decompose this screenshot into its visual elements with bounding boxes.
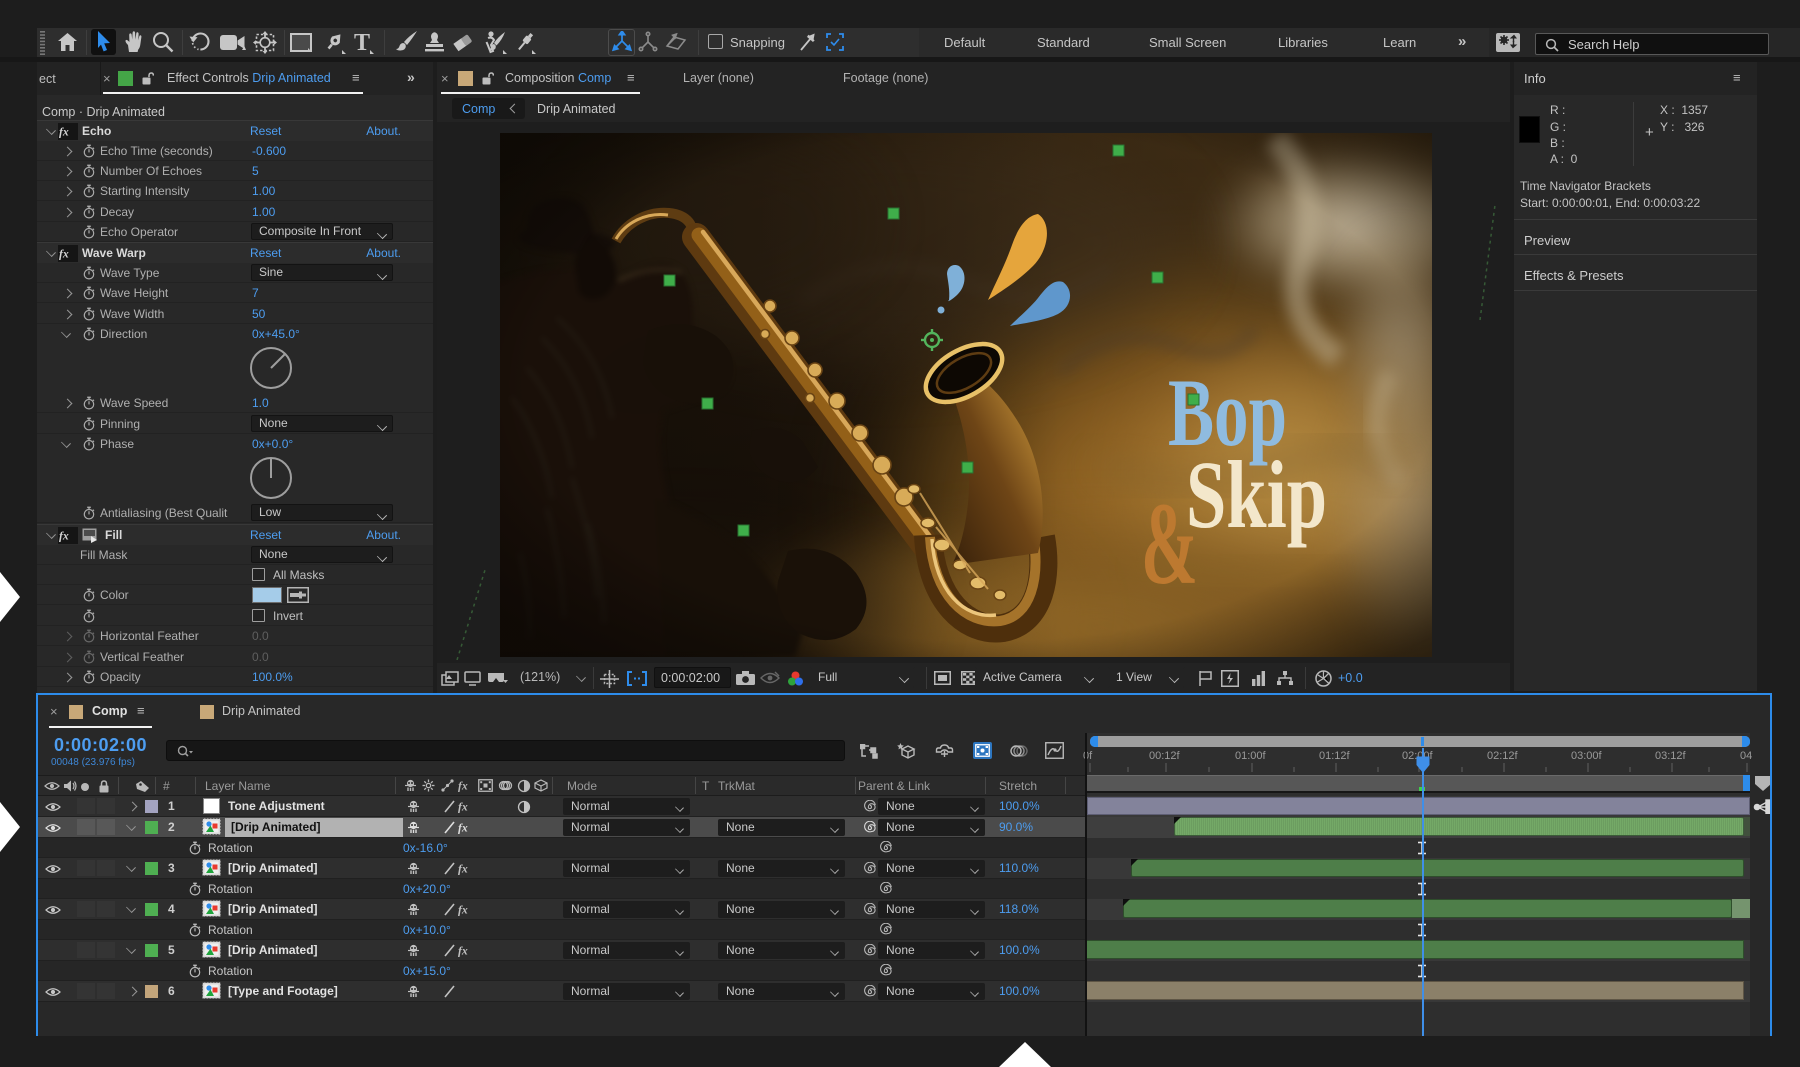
svg-text:&: & — [1141, 478, 1198, 609]
svg-text:Skip: Skip — [1186, 441, 1327, 548]
svg-text:T: T — [354, 31, 370, 54]
